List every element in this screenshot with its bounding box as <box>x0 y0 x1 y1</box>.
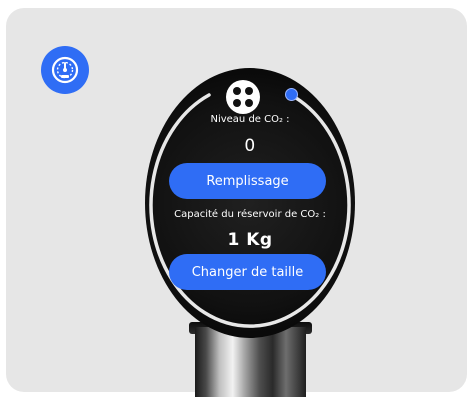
fill-button[interactable]: Remplissage <box>169 163 326 199</box>
knob-icon[interactable] <box>226 80 260 114</box>
tank-capacity-label: Capacité du réservoir de CO₂ : <box>174 209 326 220</box>
co2-level-value: 0 <box>244 136 256 156</box>
gauge-icon <box>41 46 89 94</box>
indicator-dot <box>285 88 298 101</box>
tank-capacity-value: 1 Kg <box>227 230 273 250</box>
co2-level-label: Niveau de CO₂ : <box>210 114 290 125</box>
change-size-button[interactable]: Changer de taille <box>169 254 326 290</box>
